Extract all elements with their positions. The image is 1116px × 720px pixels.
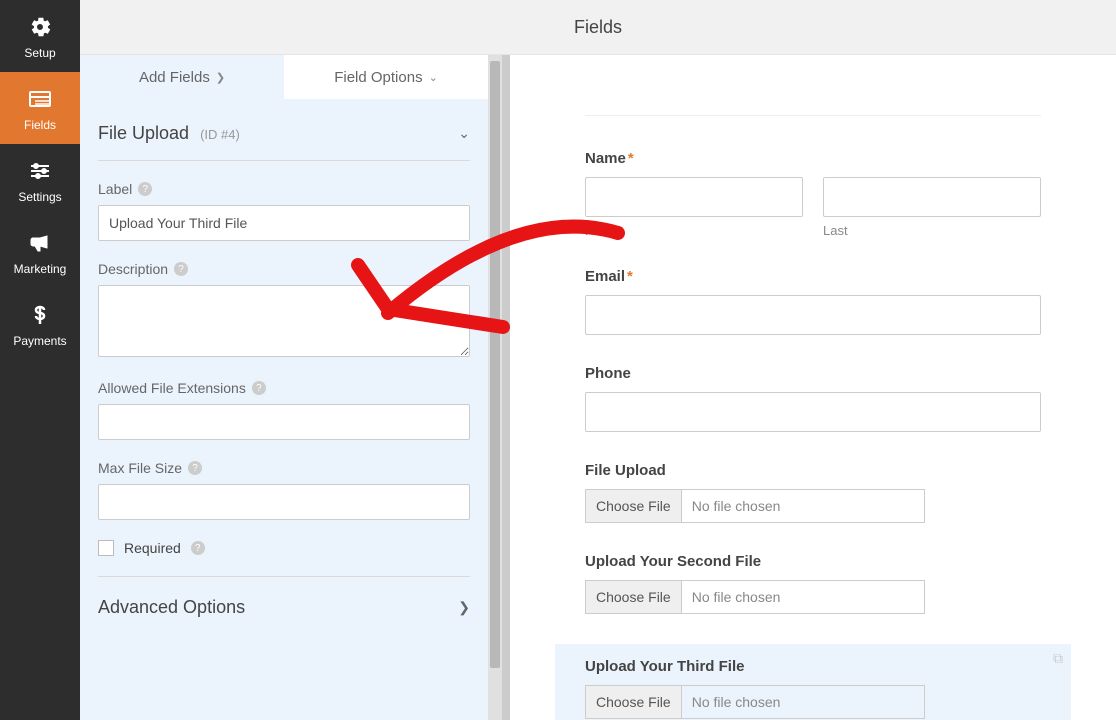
field-id: (ID #4) <box>200 127 240 142</box>
tab-add-fields[interactable]: Add Fields ❯ <box>80 55 284 99</box>
preview-phone-field[interactable]: Phone <box>585 365 1041 432</box>
required-asterisk: * <box>627 268 633 285</box>
topbar: Fields <box>80 0 1116 55</box>
email-input[interactable] <box>585 295 1041 335</box>
sublabel-first: First <box>585 223 803 238</box>
tab-label: Add Fields <box>139 69 210 86</box>
field-options-section: File Upload (ID #4) ⌄ Label ? <box>80 99 488 638</box>
sidebar-label: Marketing <box>14 262 67 276</box>
field-label: Upload Your Third File <box>585 658 1041 675</box>
label-row: Label ? <box>98 181 470 241</box>
label-input[interactable] <box>98 205 470 241</box>
gear-icon <box>27 14 53 40</box>
form-preview: Name* First Last <box>510 55 1116 720</box>
content-row: Add Fields ❯ Field Options ⌄ File Upload <box>80 55 1116 720</box>
editor-scroll[interactable]: Add Fields ❯ Field Options ⌄ File Upload <box>80 55 488 720</box>
field-label: Upload Your Second File <box>585 553 1041 570</box>
required-asterisk: * <box>628 150 634 167</box>
sidebar-label: Setup <box>24 46 55 60</box>
file-input[interactable]: Choose File No file chosen <box>585 580 925 614</box>
field-label: File Upload <box>585 462 1041 479</box>
preview-name-field[interactable]: Name* First Last <box>585 150 1041 238</box>
allowed-ext-row: Allowed File Extensions ? <box>98 380 470 440</box>
form-icon <box>27 86 53 112</box>
required-checkbox[interactable] <box>98 540 114 556</box>
scrollbar[interactable] <box>488 55 502 720</box>
editor-tabs: Add Fields ❯ Field Options ⌄ <box>80 55 488 99</box>
max-size-label: Max File Size ? <box>98 460 470 476</box>
field-label: Phone <box>585 365 1041 382</box>
choose-file-button[interactable]: Choose File <box>586 686 682 718</box>
description-label: Description ? <box>98 261 470 277</box>
required-label: Required <box>124 540 181 556</box>
dollar-icon <box>27 302 53 328</box>
sidebar-item-setup[interactable]: Setup <box>0 0 80 72</box>
main-panel: Fields Add Fields ❯ Field Options ⌄ <box>80 0 1116 720</box>
preview-file-upload-3-selected[interactable]: ⧉ Upload Your Third File Choose File No … <box>555 644 1071 720</box>
preview-email-field[interactable]: Email* <box>585 268 1041 335</box>
file-status-text: No file chosen <box>682 581 924 613</box>
editor-panel: Add Fields ❯ Field Options ⌄ File Upload <box>80 55 510 720</box>
file-input[interactable]: Choose File No file chosen <box>585 685 925 719</box>
name-columns: First Last <box>585 177 1041 238</box>
allowed-ext-label: Allowed File Extensions ? <box>98 380 470 396</box>
last-name-input[interactable] <box>823 177 1041 217</box>
chevron-down-icon: ⌄ <box>429 71 438 84</box>
help-icon[interactable]: ? <box>191 541 205 555</box>
phone-input[interactable] <box>585 392 1041 432</box>
advanced-title: Advanced Options <box>98 597 245 618</box>
chevron-right-icon: ❯ <box>216 71 225 84</box>
preview-file-upload-2[interactable]: Upload Your Second File Choose File No f… <box>585 553 1041 614</box>
file-input[interactable]: Choose File No file chosen <box>585 489 925 523</box>
sidebar-label: Settings <box>18 190 61 204</box>
max-size-input[interactable] <box>98 484 470 520</box>
description-row: Description ? <box>98 261 470 360</box>
bullhorn-icon <box>27 230 53 256</box>
advanced-options-header[interactable]: Advanced Options ❯ <box>98 576 470 628</box>
file-status-text: No file chosen <box>682 490 924 522</box>
help-icon[interactable]: ? <box>188 461 202 475</box>
help-icon[interactable]: ? <box>174 262 188 276</box>
sidebar-label: Payments <box>13 334 66 348</box>
choose-file-button[interactable]: Choose File <box>586 581 682 613</box>
app-root: Setup Fields Settings Marketing Payments… <box>0 0 1116 720</box>
scrollbar-thumb[interactable] <box>490 61 500 668</box>
main-sidebar: Setup Fields Settings Marketing Payments <box>0 0 80 720</box>
choose-file-button[interactable]: Choose File <box>586 490 682 522</box>
help-icon[interactable]: ? <box>252 381 266 395</box>
first-name-input[interactable] <box>585 177 803 217</box>
field-label: Email* <box>585 268 1041 285</box>
duplicate-icon[interactable]: ⧉ <box>1053 650 1063 667</box>
sidebar-label: Fields <box>24 118 56 132</box>
help-icon[interactable]: ? <box>138 182 152 196</box>
description-input[interactable] <box>98 285 470 357</box>
sidebar-item-fields[interactable]: Fields <box>0 72 80 144</box>
page-title: Fields <box>574 17 622 38</box>
sliders-icon <box>27 158 53 184</box>
sublabel-last: Last <box>823 223 1041 238</box>
tab-field-options[interactable]: Field Options ⌄ <box>284 55 488 99</box>
file-status-text: No file chosen <box>682 686 924 718</box>
chevron-right-icon: ❯ <box>458 599 470 616</box>
sidebar-item-settings[interactable]: Settings <box>0 144 80 216</box>
field-label: Name* <box>585 150 1041 167</box>
section-header[interactable]: File Upload (ID #4) ⌄ <box>98 123 470 161</box>
tab-label: Field Options <box>334 69 422 86</box>
chevron-down-icon: ⌄ <box>458 125 470 142</box>
divider <box>585 115 1041 116</box>
allowed-ext-input[interactable] <box>98 404 470 440</box>
label-text: Label ? <box>98 181 470 197</box>
sidebar-item-payments[interactable]: Payments <box>0 288 80 360</box>
max-size-row: Max File Size ? <box>98 460 470 520</box>
section-title: File Upload (ID #4) <box>98 123 240 144</box>
required-row: Required ? <box>98 540 470 556</box>
preview-file-upload-1[interactable]: File Upload Choose File No file chosen <box>585 462 1041 523</box>
sidebar-item-marketing[interactable]: Marketing <box>0 216 80 288</box>
